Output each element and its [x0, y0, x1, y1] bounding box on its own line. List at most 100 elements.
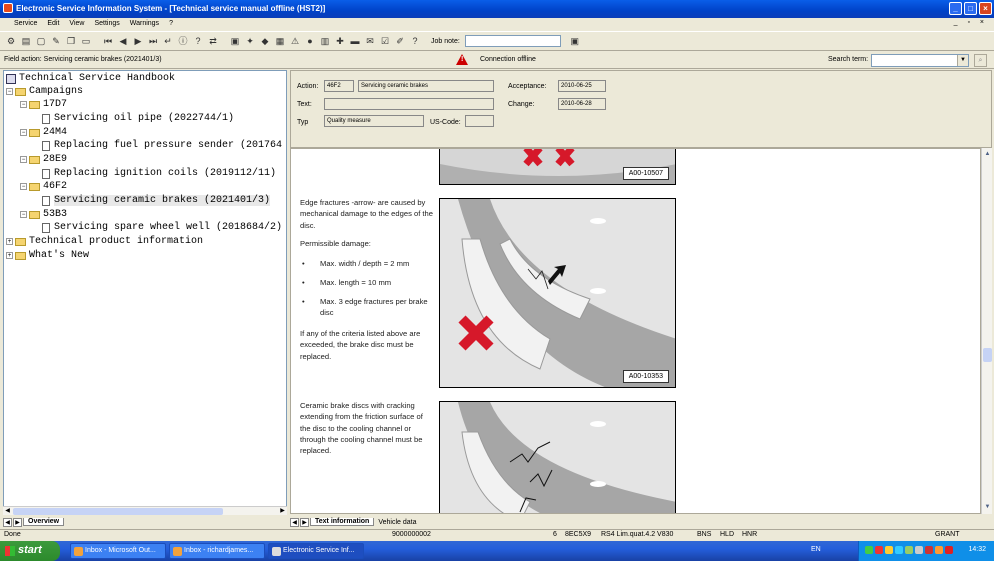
menu-help[interactable]: ? — [169, 20, 173, 30]
close-button[interactable]: × — [979, 2, 992, 15]
scroll-right-icon[interactable]: ▶ — [278, 507, 287, 516]
tree-item-fuel-sender[interactable]: Replacing fuel pressure sender (201764 — [42, 139, 282, 152]
tray-icon[interactable] — [925, 546, 933, 554]
tool10-icon[interactable]: ? — [408, 34, 422, 48]
scroll-left-icon[interactable]: ◀ — [3, 507, 12, 516]
menu-view[interactable]: View — [69, 20, 84, 30]
tab-text-information[interactable]: Text information — [310, 518, 375, 526]
help-icon[interactable]: ? — [191, 34, 205, 48]
taskbar-esis[interactable]: Electronic Service Inf... — [268, 543, 364, 559]
tool7-icon[interactable]: ✉ — [363, 34, 377, 48]
collapse-icon[interactable]: − — [20, 211, 27, 218]
stop-icon[interactable]: ◆ — [258, 34, 272, 48]
tab-vehicle-data[interactable]: Vehicle data — [374, 519, 420, 526]
tree-whats-new[interactable]: + What's New — [6, 249, 89, 262]
collapse-icon[interactable]: − — [20, 183, 27, 190]
tab-next-icon[interactable]: ▶ — [13, 517, 22, 527]
tree-item-oil-pipe[interactable]: Servicing oil pipe (2022744/1) — [42, 112, 234, 125]
tool1-icon[interactable]: ▣ — [228, 34, 242, 48]
clock[interactable]: 14:32 — [968, 546, 986, 553]
taskbar-outlook[interactable]: Inbox - Microsoft Out... — [70, 543, 166, 559]
edit-doc-icon[interactable]: ✎ — [49, 34, 63, 48]
service-icon[interactable]: ⚙ — [4, 34, 18, 48]
tray-icon[interactable] — [895, 546, 903, 554]
menu-service[interactable]: Service — [4, 20, 37, 30]
collapse-icon[interactable]: − — [6, 88, 13, 95]
job-note-button[interactable]: ▣ — [568, 34, 582, 48]
search-input[interactable]: ▼ — [871, 54, 969, 67]
tree-product-info[interactable]: + Technical product information — [6, 235, 203, 248]
tab-next-icon[interactable]: ▶ — [300, 517, 309, 527]
app-icon — [272, 547, 281, 556]
scroll-thumb[interactable] — [983, 348, 992, 362]
tree-root[interactable]: Technical Service Handbook — [6, 72, 175, 85]
tree-group-53b3[interactable]: −53B3 — [20, 208, 67, 221]
print-icon[interactable]: ▤ — [19, 34, 33, 48]
minimize-button[interactable]: _ — [949, 2, 962, 15]
expand-icon[interactable]: + — [6, 238, 13, 245]
chevron-down-icon[interactable]: ▼ — [957, 55, 968, 66]
tool9-icon[interactable]: ✐ — [393, 34, 407, 48]
tree-item-spare-wheel[interactable]: Servicing spare wheel well (2018684/2) — [42, 221, 282, 234]
tool6-icon[interactable]: ▬ — [348, 34, 362, 48]
start-button[interactable]: start — [0, 541, 60, 561]
tool3-icon[interactable]: ▦ — [273, 34, 287, 48]
tray-icon[interactable] — [905, 546, 913, 554]
collapse-icon[interactable]: − — [20, 129, 27, 136]
taskbar-browser[interactable]: Inbox - richardjames... — [169, 543, 265, 559]
last-icon[interactable]: ⏭ — [146, 34, 160, 48]
status-flag1: BNS — [697, 531, 712, 538]
tree-hscrollbar[interactable]: ◀ ▶ — [3, 506, 287, 515]
tree-item-ceramic-brakes[interactable]: Servicing ceramic brakes (2021401/3) — [42, 194, 271, 207]
tree-group-46f2[interactable]: −46F2 — [20, 180, 67, 193]
scroll-thumb[interactable] — [13, 508, 223, 515]
tree-campaigns[interactable]: − Campaigns — [6, 85, 83, 98]
menu-settings[interactable]: Settings — [94, 20, 119, 30]
collapse-icon[interactable]: − — [20, 156, 27, 163]
brake-disc-edge-image — [440, 199, 675, 387]
prev-icon[interactable]: ◀ — [116, 34, 130, 48]
tool4-icon[interactable]: ▥ — [318, 34, 332, 48]
globe-icon[interactable]: ● — [303, 34, 317, 48]
tray-icon[interactable] — [865, 546, 873, 554]
back-icon[interactable]: ↵ — [161, 34, 175, 48]
next-icon[interactable]: ▶ — [131, 34, 145, 48]
swap-icon[interactable]: ⇄ — [206, 34, 220, 48]
warning-tool-icon[interactable]: ⚠ — [288, 34, 302, 48]
tab-prev-icon[interactable]: ◀ — [3, 517, 12, 527]
tool8-icon[interactable]: ☑ — [378, 34, 392, 48]
maximize-button[interactable]: □ — [964, 2, 977, 15]
tray-icon[interactable] — [945, 546, 953, 554]
tray-icon[interactable] — [915, 546, 923, 554]
tree-group-28e9[interactable]: −28E9 — [20, 153, 67, 166]
tree-group-17d7[interactable]: −17D7 — [20, 98, 67, 111]
tab-overview[interactable]: Overview — [23, 518, 65, 526]
scroll-down-icon[interactable]: ▼ — [983, 503, 992, 512]
text-label: Text: — [297, 101, 312, 108]
scroll-up-icon[interactable]: ▲ — [983, 150, 992, 159]
expand-icon[interactable]: + — [6, 252, 13, 259]
tray-icon[interactable] — [875, 546, 883, 554]
window-titlebar[interactable]: Electronic Service Information System - … — [0, 0, 994, 18]
car-icon[interactable]: ▭ — [79, 34, 93, 48]
tab-prev-icon[interactable]: ◀ — [290, 517, 299, 527]
tree-group-24m4[interactable]: −24M4 — [20, 126, 67, 139]
search-icon[interactable]: ⌕ — [974, 54, 987, 67]
tree-item-ignition-coils[interactable]: Replacing ignition coils (2019112/11) — [42, 167, 276, 180]
menu-edit[interactable]: Edit — [47, 20, 59, 30]
language-indicator[interactable]: EN — [811, 546, 821, 553]
tool5-icon[interactable]: ✚ — [333, 34, 347, 48]
tool2-icon[interactable]: ✦ — [243, 34, 257, 48]
collapse-icon[interactable]: − — [20, 101, 27, 108]
first-icon[interactable]: ⏮ — [101, 34, 115, 48]
tray-icon[interactable] — [885, 546, 893, 554]
job-note-input[interactable] — [464, 35, 561, 47]
copy-icon[interactable]: ❐ — [64, 34, 78, 48]
new-doc-icon[interactable]: ▢ — [34, 34, 48, 48]
document-vscrollbar[interactable]: ▲ ▼ — [981, 148, 992, 514]
info-icon[interactable]: ⓘ — [176, 34, 190, 48]
tray-icon[interactable] — [935, 546, 943, 554]
paragraph-edge-fractures: Edge fractures -arrow- are caused by mec… — [300, 198, 433, 230]
mdi-controls[interactable]: _ ▫ × — [954, 19, 988, 26]
menu-warnings[interactable]: Warnings — [130, 20, 159, 30]
